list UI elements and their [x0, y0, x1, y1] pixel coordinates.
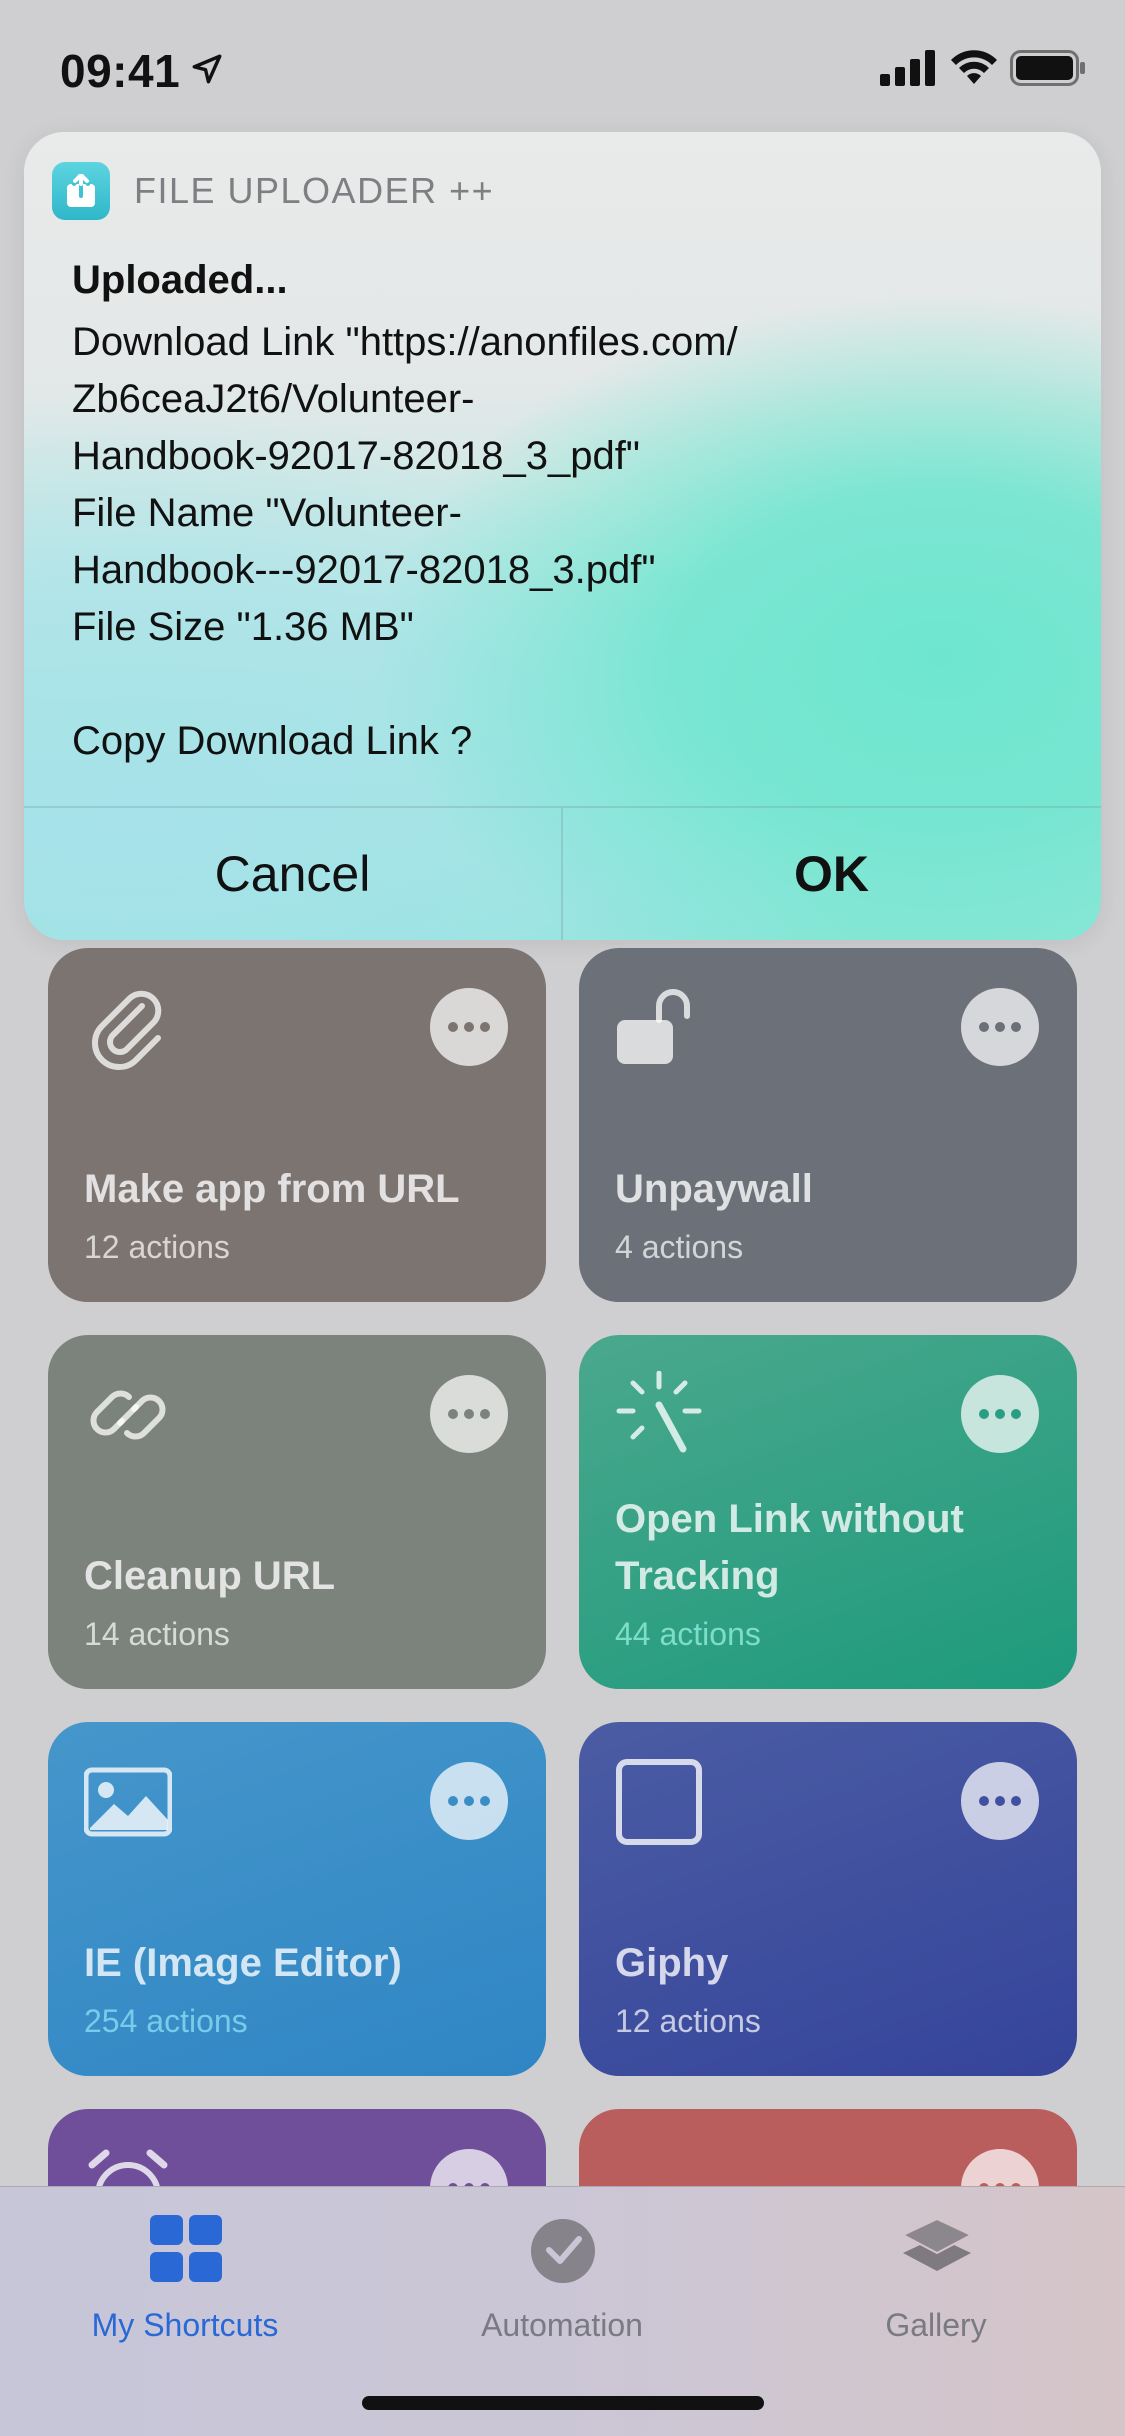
shortcut-action-count: 14 actions	[84, 1616, 230, 1652]
upload-alert: FILE UPLOADER ++ Uploaded... Download Li…	[24, 132, 1101, 940]
tab-gallery[interactable]: Gallery	[786, 2211, 1086, 2351]
battery-icon	[1010, 50, 1085, 86]
tab-automation[interactable]: Automation	[412, 2211, 712, 2351]
more-options-button[interactable]	[430, 988, 508, 1066]
more-options-button[interactable]	[961, 1375, 1039, 1453]
cancel-button[interactable]: Cancel	[24, 808, 561, 940]
clock-check-icon	[531, 2219, 595, 2283]
ellipsis-icon	[979, 1796, 1021, 1806]
ok-button[interactable]: OK	[563, 808, 1100, 940]
unlock-icon	[617, 989, 690, 1064]
image-icon	[84, 1767, 172, 1837]
shortcut-card-cleanup-url[interactable]: Cleanup URL 14 actions	[48, 1335, 546, 1689]
location-arrow-icon	[192, 54, 222, 84]
more-options-button[interactable]	[961, 1762, 1039, 1840]
shortcut-action-count: 12 actions	[615, 2003, 761, 2039]
tab-label: Gallery	[885, 2307, 987, 2343]
tab-label: My Shortcuts	[91, 2307, 279, 2343]
alert-title: Uploaded...	[72, 258, 288, 302]
status-bar: 09:41	[0, 0, 1125, 135]
shortcut-card-open-link-without-tracking[interactable]: Open Link without Tracking 44 actions	[579, 1335, 1077, 1689]
wifi-icon	[951, 50, 997, 84]
tab-my-shortcuts[interactable]: My Shortcuts	[35, 2211, 335, 2351]
shortcut-card-image-editor[interactable]: IE (Image Editor) 254 actions	[48, 1722, 546, 2076]
layers-icon	[901, 2217, 973, 2271]
ellipsis-icon	[448, 1022, 490, 1032]
magic-wand-icon	[616, 1371, 702, 1453]
ellipsis-icon	[979, 1022, 1021, 1032]
shortcut-title: Make app from URL	[84, 1167, 460, 1211]
shortcut-action-count: 12 actions	[84, 1229, 230, 1265]
more-options-button[interactable]	[961, 988, 1039, 1066]
shortcut-card-unpaywall[interactable]: Unpaywall 4 actions	[579, 948, 1077, 1302]
more-options-button[interactable]	[430, 1762, 508, 1840]
paperclip-icon	[91, 990, 162, 1071]
alert-app-name: FILE UPLOADER ++	[134, 170, 495, 211]
file-uploader-app-icon	[52, 162, 110, 220]
square-icon	[616, 1759, 702, 1845]
shortcut-title: Open Link without Tracking	[615, 1497, 964, 1598]
link-icon	[90, 1390, 166, 1440]
status-time: 09:41	[60, 45, 181, 97]
tab-label: Automation	[481, 2307, 643, 2343]
more-options-button[interactable]	[430, 1375, 508, 1453]
grid-icon	[150, 2215, 222, 2282]
shortcut-card-make-app-from-url[interactable]: Make app from URL 12 actions	[48, 948, 546, 1302]
shortcut-card-giphy[interactable]: Giphy 12 actions	[579, 1722, 1077, 2076]
shortcut-title: Unpaywall	[615, 1167, 813, 1211]
alert-message: Download Link "https://anonfiles.com/ Zb…	[72, 320, 738, 763]
shortcut-title: Giphy	[615, 1941, 729, 1985]
shortcut-title: IE (Image Editor)	[84, 1941, 402, 1985]
ellipsis-icon	[448, 1409, 490, 1419]
share-upload-icon	[67, 174, 95, 207]
shortcut-action-count: 44 actions	[615, 1616, 761, 1652]
shortcut-action-count: 4 actions	[615, 1229, 744, 1265]
shortcut-title: Cleanup URL	[84, 1554, 336, 1598]
ellipsis-icon	[448, 1796, 490, 1806]
shortcut-action-count: 254 actions	[84, 2003, 248, 2039]
home-indicator[interactable]	[362, 2396, 764, 2410]
cellular-signal-icon	[880, 50, 935, 86]
ellipsis-icon	[979, 1409, 1021, 1419]
